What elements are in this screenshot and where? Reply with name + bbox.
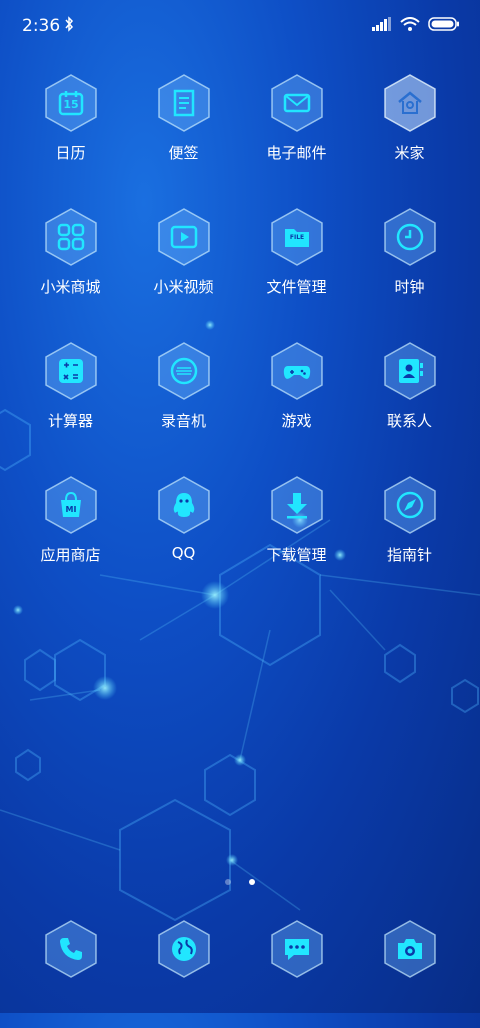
- app-label: QQ: [171, 544, 196, 562]
- app-label: 联系人: [386, 412, 432, 430]
- app-email[interactable]: 电子邮件: [240, 72, 353, 182]
- app-store-icon: MI: [40, 474, 102, 536]
- app-label: 录音机: [160, 412, 206, 430]
- app-recorder[interactable]: 录音机: [127, 340, 240, 450]
- store-icon: [40, 206, 102, 268]
- app-label: 小米商城: [40, 278, 101, 296]
- app-label: 计算器: [47, 412, 93, 430]
- camera-icon: [379, 918, 441, 980]
- video-icon: [153, 206, 215, 268]
- status-bar: 2:36: [0, 0, 480, 52]
- app-clock[interactable]: 时钟: [353, 206, 466, 316]
- app-mi-video[interactable]: 小米视频: [127, 206, 240, 316]
- dock-phone[interactable]: [14, 918, 127, 1028]
- file-manager-icon: FILE: [266, 206, 328, 268]
- mail-icon: [266, 72, 328, 134]
- page-dot-2[interactable]: [248, 879, 255, 885]
- app-label: 指南针: [386, 546, 432, 564]
- app-mi-store[interactable]: 小米商城: [14, 206, 127, 316]
- status-time: 2:36: [22, 16, 61, 36]
- app-app-store[interactable]: MI 应用商店: [14, 474, 127, 584]
- dock-browser[interactable]: [127, 918, 240, 1028]
- app-label: 时钟: [394, 278, 425, 296]
- page-dot-1[interactable]: [225, 879, 232, 885]
- calendar-date: 15: [63, 98, 79, 111]
- app-label: 文件管理: [266, 278, 327, 296]
- app-contacts[interactable]: 联系人: [353, 340, 466, 450]
- dock-messages[interactable]: [240, 918, 353, 1028]
- app-mijia[interactable]: 米家: [353, 72, 466, 182]
- app-label: 电子邮件: [266, 144, 327, 162]
- gamepad-icon: [266, 340, 328, 402]
- recorder-icon: [153, 340, 215, 402]
- download-icon: [266, 474, 328, 536]
- app-file-manager[interactable]: FILE 文件管理: [240, 206, 353, 316]
- messages-icon: [266, 918, 328, 980]
- app-compass[interactable]: 指南针: [353, 474, 466, 584]
- app-label: 游戏: [281, 412, 312, 430]
- app-calculator[interactable]: 计算器: [14, 340, 127, 450]
- qq-icon: [153, 474, 215, 536]
- signal-icon: [372, 16, 392, 35]
- app-label: 小米视频: [153, 278, 214, 296]
- clock-icon: [379, 206, 441, 268]
- dock: [0, 918, 480, 988]
- phone-icon: [40, 918, 102, 980]
- app-label: 米家: [394, 144, 425, 162]
- app-label: 日历: [55, 144, 86, 162]
- notes-icon: [153, 72, 215, 134]
- store-badge: MI: [65, 505, 77, 514]
- wifi-icon: [400, 16, 420, 35]
- app-calendar[interactable]: 15 日历: [14, 72, 127, 182]
- app-downloads[interactable]: 下载管理: [240, 474, 353, 584]
- file-badge: FILE: [289, 234, 305, 241]
- app-qq[interactable]: QQ: [127, 474, 240, 584]
- battery-icon: [428, 16, 460, 35]
- app-games[interactable]: 游戏: [240, 340, 353, 450]
- mijia-icon: [379, 72, 441, 134]
- app-label: 下载管理: [266, 546, 327, 564]
- app-label: 便签: [168, 144, 199, 162]
- browser-globe-icon: [153, 918, 215, 980]
- bluetooth-icon: [64, 16, 74, 36]
- app-label: 应用商店: [40, 546, 101, 564]
- contacts-icon: [379, 340, 441, 402]
- app-notes[interactable]: 便签: [127, 72, 240, 182]
- calculator-icon: [40, 340, 102, 402]
- compass-icon: [379, 474, 441, 536]
- page-indicator: [0, 870, 480, 889]
- calendar-icon: 15: [40, 72, 102, 134]
- dock-camera[interactable]: [353, 918, 466, 1028]
